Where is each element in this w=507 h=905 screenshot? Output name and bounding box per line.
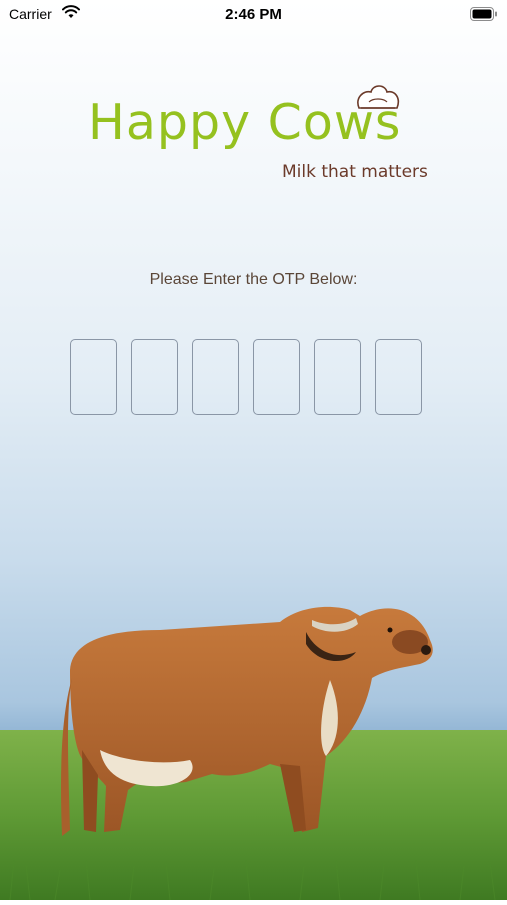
- otp-digit-4[interactable]: [253, 339, 300, 415]
- status-bar: Carrier 2:46 PM: [0, 0, 507, 28]
- brand-name: Happy Cows: [88, 94, 402, 151]
- battery-icon: [470, 7, 498, 26]
- otp-input-group: [70, 339, 426, 417]
- otp-digit-5[interactable]: [314, 339, 361, 415]
- otp-digit-1[interactable]: [70, 339, 117, 415]
- otp-prompt: Please Enter the OTP Below:: [149, 271, 358, 288]
- clock: 2:46 PM: [225, 6, 282, 23]
- otp-digit-6[interactable]: [375, 339, 422, 415]
- pasture-background: [0, 560, 507, 901]
- otp-digit-2[interactable]: [131, 339, 178, 415]
- otp-digit-3[interactable]: [192, 339, 239, 415]
- app-logo: Happy Cows Milk that matters: [88, 85, 433, 186]
- brand-tagline: Milk that matters: [282, 162, 428, 182]
